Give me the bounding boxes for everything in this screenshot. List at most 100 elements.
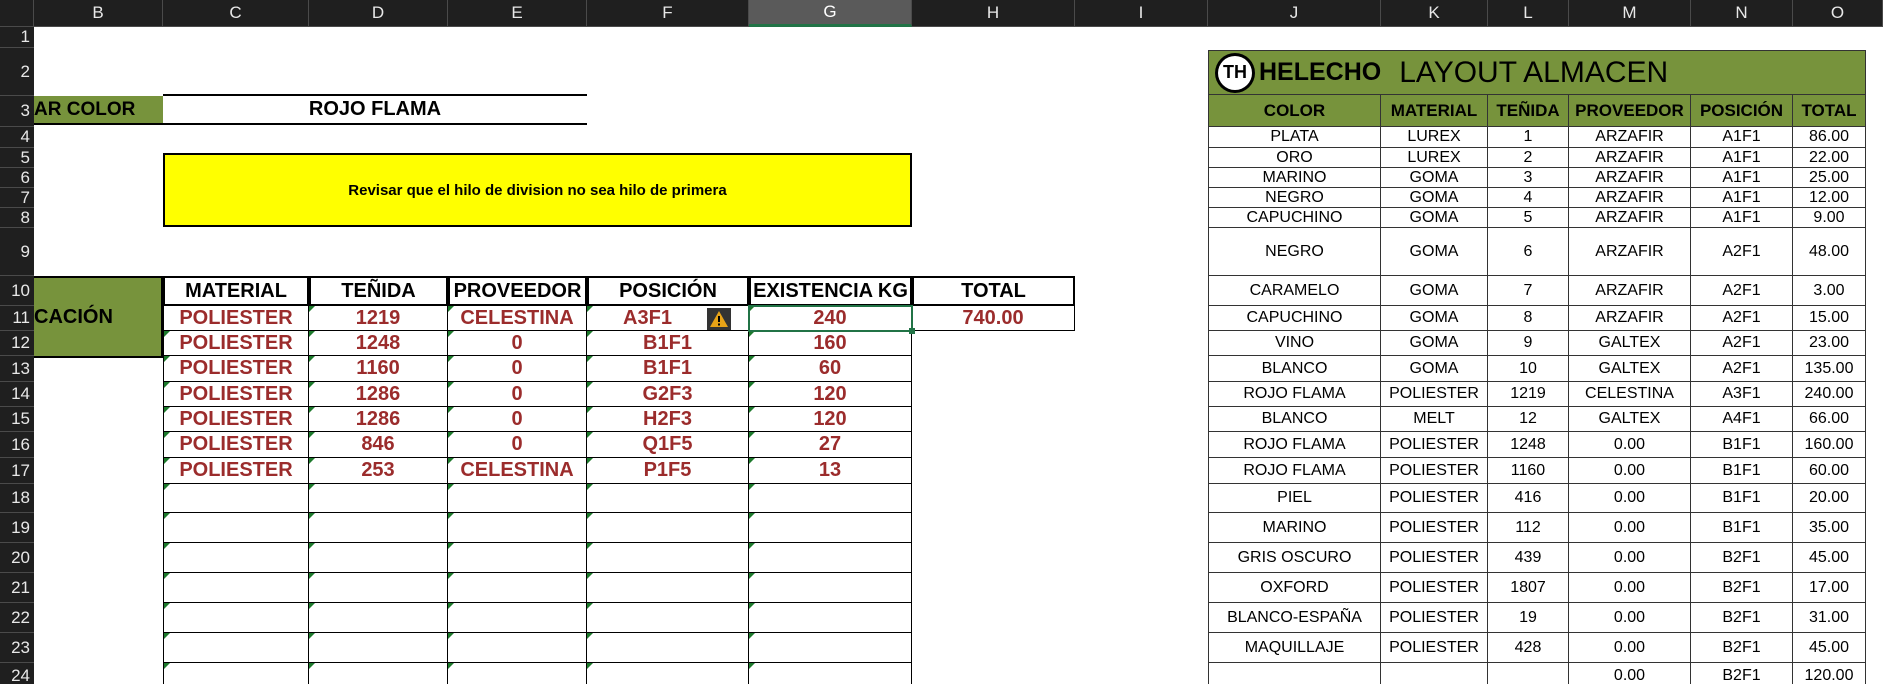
layout-cell[interactable]: GOMA bbox=[1381, 356, 1488, 382]
layout-cell[interactable]: BLANCO-ESPAÑA bbox=[1208, 603, 1381, 633]
layout-cell[interactable]: 240.00 bbox=[1793, 382, 1866, 407]
layout-cell[interactable]: POLIESTER bbox=[1381, 513, 1488, 543]
cell-posicion[interactable]: H2F3 bbox=[587, 407, 749, 432]
warning-icon[interactable] bbox=[707, 308, 731, 330]
layout-cell[interactable]: CELESTINA bbox=[1569, 382, 1691, 407]
header-posicion[interactable]: POSICIÓN bbox=[587, 276, 749, 306]
cell-tenida[interactable]: 253 bbox=[309, 458, 448, 484]
layout-cell[interactable]: A2F1 bbox=[1691, 331, 1793, 356]
row-header-3[interactable]: 3 bbox=[0, 96, 34, 127]
layout-cell[interactable]: NEGRO bbox=[1208, 228, 1381, 276]
layout-cell[interactable]: A2F1 bbox=[1691, 228, 1793, 276]
cell-material[interactable] bbox=[163, 573, 309, 603]
layout-cell[interactable]: POLIESTER bbox=[1381, 458, 1488, 484]
layout-cell[interactable] bbox=[1381, 663, 1488, 684]
cell-proveedor[interactable] bbox=[448, 543, 587, 573]
layout-cell[interactable]: 12 bbox=[1488, 407, 1569, 432]
cell-material[interactable]: POLIESTER bbox=[163, 407, 309, 432]
cell-proveedor[interactable]: 0 bbox=[448, 356, 587, 382]
layout-cell[interactable]: B2F1 bbox=[1691, 573, 1793, 603]
layout-cell[interactable]: B2F1 bbox=[1691, 603, 1793, 633]
cell-tenida[interactable]: 1286 bbox=[309, 382, 448, 407]
layout-cell[interactable]: ROJO FLAMA bbox=[1208, 432, 1381, 458]
cell-tenida[interactable] bbox=[309, 663, 448, 684]
column-header-j[interactable]: J bbox=[1208, 0, 1381, 27]
layout-cell[interactable]: OXFORD bbox=[1208, 573, 1381, 603]
select-all-corner[interactable] bbox=[0, 0, 34, 27]
row-header-23[interactable]: 23 bbox=[0, 633, 34, 663]
column-header-h[interactable]: H bbox=[912, 0, 1075, 27]
layout-cell[interactable]: 1807 bbox=[1488, 573, 1569, 603]
layout-cell[interactable]: MAQUILLAJE bbox=[1208, 633, 1381, 663]
fill-handle[interactable] bbox=[909, 328, 915, 334]
cell-material[interactable]: POLIESTER bbox=[163, 432, 309, 458]
spreadsheet-grid[interactable]: BCDEFGHIJKLMNO 1 2 3 4 5 6 7 8 9 10 11 12 13 14 15 16 17… bbox=[0, 0, 1883, 684]
cell-existencia[interactable]: 13 bbox=[749, 458, 912, 484]
layout-cell[interactable]: LUREX bbox=[1381, 148, 1488, 168]
column-header-i[interactable]: I bbox=[1075, 0, 1208, 27]
cell-material[interactable]: POLIESTER bbox=[163, 306, 309, 331]
cell-posicion[interactable]: B1F1 bbox=[587, 331, 749, 356]
row-header-19[interactable]: 19 bbox=[0, 513, 34, 543]
header-total[interactable]: TOTAL bbox=[912, 276, 1075, 306]
layout-cell[interactable]: B1F1 bbox=[1691, 484, 1793, 513]
layout-cell[interactable]: GOMA bbox=[1381, 188, 1488, 208]
column-header-b[interactable]: B bbox=[34, 0, 163, 27]
layout-cell[interactable]: 9 bbox=[1488, 331, 1569, 356]
layout-cell[interactable]: ARZAFIR bbox=[1569, 306, 1691, 331]
cell-proveedor[interactable] bbox=[448, 603, 587, 633]
layout-cell[interactable]: ARZAFIR bbox=[1569, 208, 1691, 228]
cell-proveedor[interactable] bbox=[448, 633, 587, 663]
layout-cell[interactable]: A1F1 bbox=[1691, 168, 1793, 188]
cell-material[interactable]: POLIESTER bbox=[163, 382, 309, 407]
layout-cell[interactable]: MELT bbox=[1381, 407, 1488, 432]
cell-existencia[interactable]: 160 bbox=[749, 331, 912, 356]
layout-cell[interactable]: ROJO FLAMA bbox=[1208, 458, 1381, 484]
layout-cell[interactable]: 86.00 bbox=[1793, 127, 1866, 148]
layout-cell[interactable]: PIEL bbox=[1208, 484, 1381, 513]
cell-material[interactable] bbox=[163, 484, 309, 513]
layout-cell[interactable]: 66.00 bbox=[1793, 407, 1866, 432]
layout-cell[interactable]: 416 bbox=[1488, 484, 1569, 513]
layout-cell[interactable]: 0.00 bbox=[1569, 603, 1691, 633]
layout-cell[interactable]: NEGRO bbox=[1208, 188, 1381, 208]
layout-cell[interactable]: 0.00 bbox=[1569, 432, 1691, 458]
layout-cell[interactable]: 20.00 bbox=[1793, 484, 1866, 513]
layout-header-3[interactable]: TEÑIDA bbox=[1488, 95, 1569, 127]
layout-cell[interactable]: B2F1 bbox=[1691, 663, 1793, 684]
layout-cell[interactable]: 439 bbox=[1488, 543, 1569, 573]
row-header-16[interactable]: 16 bbox=[0, 432, 34, 458]
layout-cell[interactable]: GOMA bbox=[1381, 228, 1488, 276]
layout-cell[interactable]: 22.00 bbox=[1793, 148, 1866, 168]
cell-proveedor[interactable]: CELESTINA bbox=[448, 458, 587, 484]
layout-cell[interactable]: GALTEX bbox=[1569, 331, 1691, 356]
layout-cell[interactable]: 3 bbox=[1488, 168, 1569, 188]
layout-cell[interactable]: 3.00 bbox=[1793, 276, 1866, 306]
column-header-c[interactable]: C bbox=[163, 0, 309, 27]
cell-material[interactable]: POLIESTER bbox=[163, 458, 309, 484]
layout-cell[interactable]: CARAMELO bbox=[1208, 276, 1381, 306]
cell-posicion[interactable] bbox=[587, 573, 749, 603]
header-material[interactable]: MATERIAL bbox=[163, 276, 309, 306]
layout-cell[interactable]: ARZAFIR bbox=[1569, 228, 1691, 276]
row-header-1[interactable]: 1 bbox=[0, 27, 34, 48]
column-header-o[interactable]: O bbox=[1793, 0, 1883, 27]
layout-cell[interactable]: CAPUCHINO bbox=[1208, 208, 1381, 228]
layout-cell[interactable]: LUREX bbox=[1381, 127, 1488, 148]
layout-cell[interactable]: B1F1 bbox=[1691, 458, 1793, 484]
layout-cell[interactable]: A1F1 bbox=[1691, 148, 1793, 168]
layout-cell[interactable]: MARINO bbox=[1208, 168, 1381, 188]
column-header-f[interactable]: F bbox=[587, 0, 749, 27]
row-header-15[interactable]: 15 bbox=[0, 407, 34, 432]
layout-cell[interactable]: A3F1 bbox=[1691, 382, 1793, 407]
layout-cell[interactable]: B1F1 bbox=[1691, 432, 1793, 458]
cell-existencia[interactable]: 120 bbox=[749, 407, 912, 432]
cell-existencia[interactable] bbox=[749, 543, 912, 573]
layout-cell[interactable]: GOMA bbox=[1381, 276, 1488, 306]
column-header-g[interactable]: G bbox=[749, 0, 912, 27]
row-header-22[interactable]: 22 bbox=[0, 603, 34, 633]
cell-proveedor[interactable]: CELESTINA bbox=[448, 306, 587, 331]
row-header-8[interactable]: 8 bbox=[0, 208, 34, 228]
row-header-21[interactable]: 21 bbox=[0, 573, 34, 603]
layout-cell[interactable]: 0.00 bbox=[1569, 663, 1691, 684]
